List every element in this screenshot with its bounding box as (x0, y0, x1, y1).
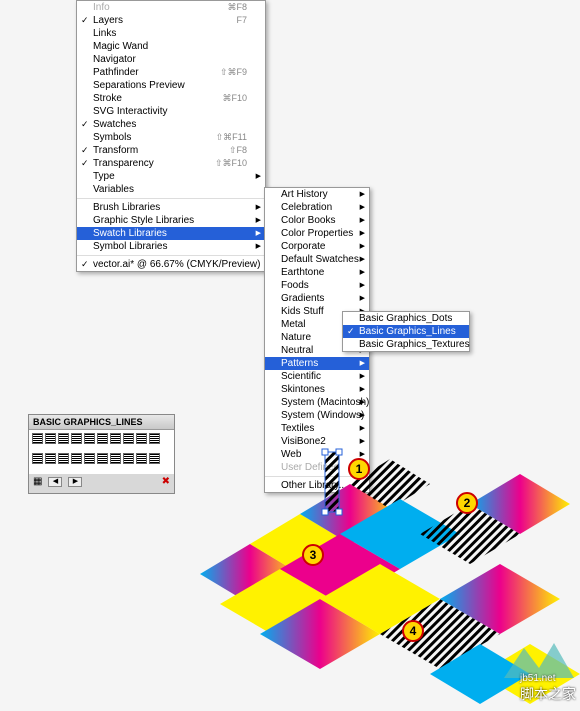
swatch[interactable] (110, 433, 121, 444)
swatch-grid[interactable] (29, 430, 174, 474)
menu-item[interactable]: Celebration (265, 201, 369, 214)
swatch[interactable] (110, 453, 121, 464)
menu-item[interactable]: Separations Preview (77, 79, 265, 92)
menu-item[interactable]: Color Books (265, 214, 369, 227)
menu-item[interactable]: Basic Graphics_Dots (343, 312, 469, 325)
shortcut: ⌘F8 (227, 2, 247, 13)
menu-item[interactable]: Graphic Style Libraries (77, 214, 265, 227)
menu-separator (77, 198, 265, 199)
menu-item[interactable]: Corporate (265, 240, 369, 253)
menu-item[interactable]: Earthtone (265, 266, 369, 279)
menu-item[interactable]: System (Windows) (265, 409, 369, 422)
menu-separator (77, 255, 265, 256)
swatch[interactable] (136, 453, 147, 464)
delete-icon[interactable]: ✖ (162, 476, 170, 487)
annotation-badge-4: 4 (402, 620, 424, 642)
menu-item[interactable]: SVG Interactivity (77, 105, 265, 118)
swatch[interactable] (97, 433, 108, 444)
patterns-submenu[interactable]: Basic Graphics_Dots Basic Graphics_Lines… (342, 311, 470, 352)
swatch[interactable] (58, 453, 69, 464)
menu-item[interactable]: Symbol Libraries (77, 240, 265, 253)
menu-item[interactable]: Stroke⌘F10 (77, 92, 265, 105)
swatch[interactable] (149, 453, 160, 464)
menu-item[interactable]: Pathfinder⇧⌘F9 (77, 66, 265, 79)
menu-item-patterns[interactable]: Patterns (265, 357, 369, 370)
menu-item[interactable]: Variables (77, 183, 265, 196)
shortcut: ⇧⌘F10 (215, 158, 247, 169)
swatch[interactable] (136, 433, 147, 444)
menu-item: Info⌘F8 (77, 1, 265, 14)
menu-item[interactable]: Type (77, 170, 265, 183)
panel-title: BASIC GRAPHICS_LINES (29, 415, 174, 430)
swatches-panel[interactable]: BASIC GRAPHICS_LINES ▦ ◀ ▶ ✖ (28, 414, 175, 494)
swatch[interactable] (123, 453, 134, 464)
menu-item[interactable]: Transparency⇧⌘F10 (77, 157, 265, 170)
prev-button[interactable]: ◀ (48, 477, 62, 487)
menu-item-basic-graphics-lines[interactable]: Basic Graphics_Lines (343, 325, 469, 338)
panel-footer: ▦ ◀ ▶ ✖ (29, 474, 174, 489)
swatch[interactable] (123, 433, 134, 444)
menu-item[interactable]: Navigator (77, 53, 265, 66)
watermark-logo (504, 638, 574, 678)
annotation-badge-2: 2 (456, 492, 478, 514)
annotation-badge-1: 1 (348, 458, 370, 480)
menu-item[interactable]: Transform⇧F8 (77, 144, 265, 157)
menu-item[interactable]: Magic Wand (77, 40, 265, 53)
menu-item[interactable]: Gradients (265, 292, 369, 305)
shortcut: F7 (236, 15, 247, 25)
menu-item[interactable]: Symbols⇧⌘F11 (77, 131, 265, 144)
shortcut: ⇧F8 (229, 145, 247, 156)
shortcut: ⇧⌘F9 (220, 67, 247, 78)
shortcut: ⌘F10 (222, 93, 247, 104)
swatch[interactable] (58, 433, 69, 444)
swatch[interactable] (84, 433, 95, 444)
menu-item[interactable]: Art History (265, 188, 369, 201)
swatch-type-icon[interactable]: ▦ (33, 476, 42, 487)
menu-item[interactable]: Foods (265, 279, 369, 292)
menu-item[interactable]: Textiles (265, 422, 369, 435)
menu-item[interactable]: System (Macintosh) (265, 396, 369, 409)
swatch[interactable] (97, 453, 108, 464)
menu-item[interactable]: Scientific (265, 370, 369, 383)
menu-item[interactable]: Swatches (77, 118, 265, 131)
watermark-cn: 脚本之家 (520, 684, 576, 704)
swatch[interactable] (149, 433, 160, 444)
swatch[interactable] (71, 453, 82, 464)
menu-item[interactable]: Basic Graphics_Textures (343, 338, 469, 351)
menu-item[interactable]: Color Properties (265, 227, 369, 240)
swatch[interactable] (45, 453, 56, 464)
menu-item[interactable]: Swatch Libraries (77, 227, 265, 240)
menu-item[interactable]: vector.ai* @ 66.67% (CMYK/Preview) (77, 258, 265, 271)
menu-item[interactable]: Skintones (265, 383, 369, 396)
window-menu[interactable]: Info⌘F8LayersF7LinksMagic WandNavigatorP… (76, 0, 266, 272)
menu-item[interactable]: LayersF7 (77, 14, 265, 27)
shortcut: ⇧⌘F11 (216, 132, 247, 143)
swatch[interactable] (71, 433, 82, 444)
menu-item[interactable]: Links (77, 27, 265, 40)
watermark-url: jb51.net (520, 673, 576, 684)
annotation-badge-3: 3 (302, 544, 324, 566)
next-button[interactable]: ▶ (68, 477, 82, 487)
menu-item[interactable]: Default Swatches (265, 253, 369, 266)
swatch[interactable] (45, 433, 56, 444)
swatch[interactable] (32, 433, 43, 444)
swatch[interactable] (32, 453, 43, 464)
menu-item[interactable]: Brush Libraries (77, 201, 265, 214)
watermark: jb51.net 脚本之家 (520, 673, 576, 704)
swatch[interactable] (84, 453, 95, 464)
